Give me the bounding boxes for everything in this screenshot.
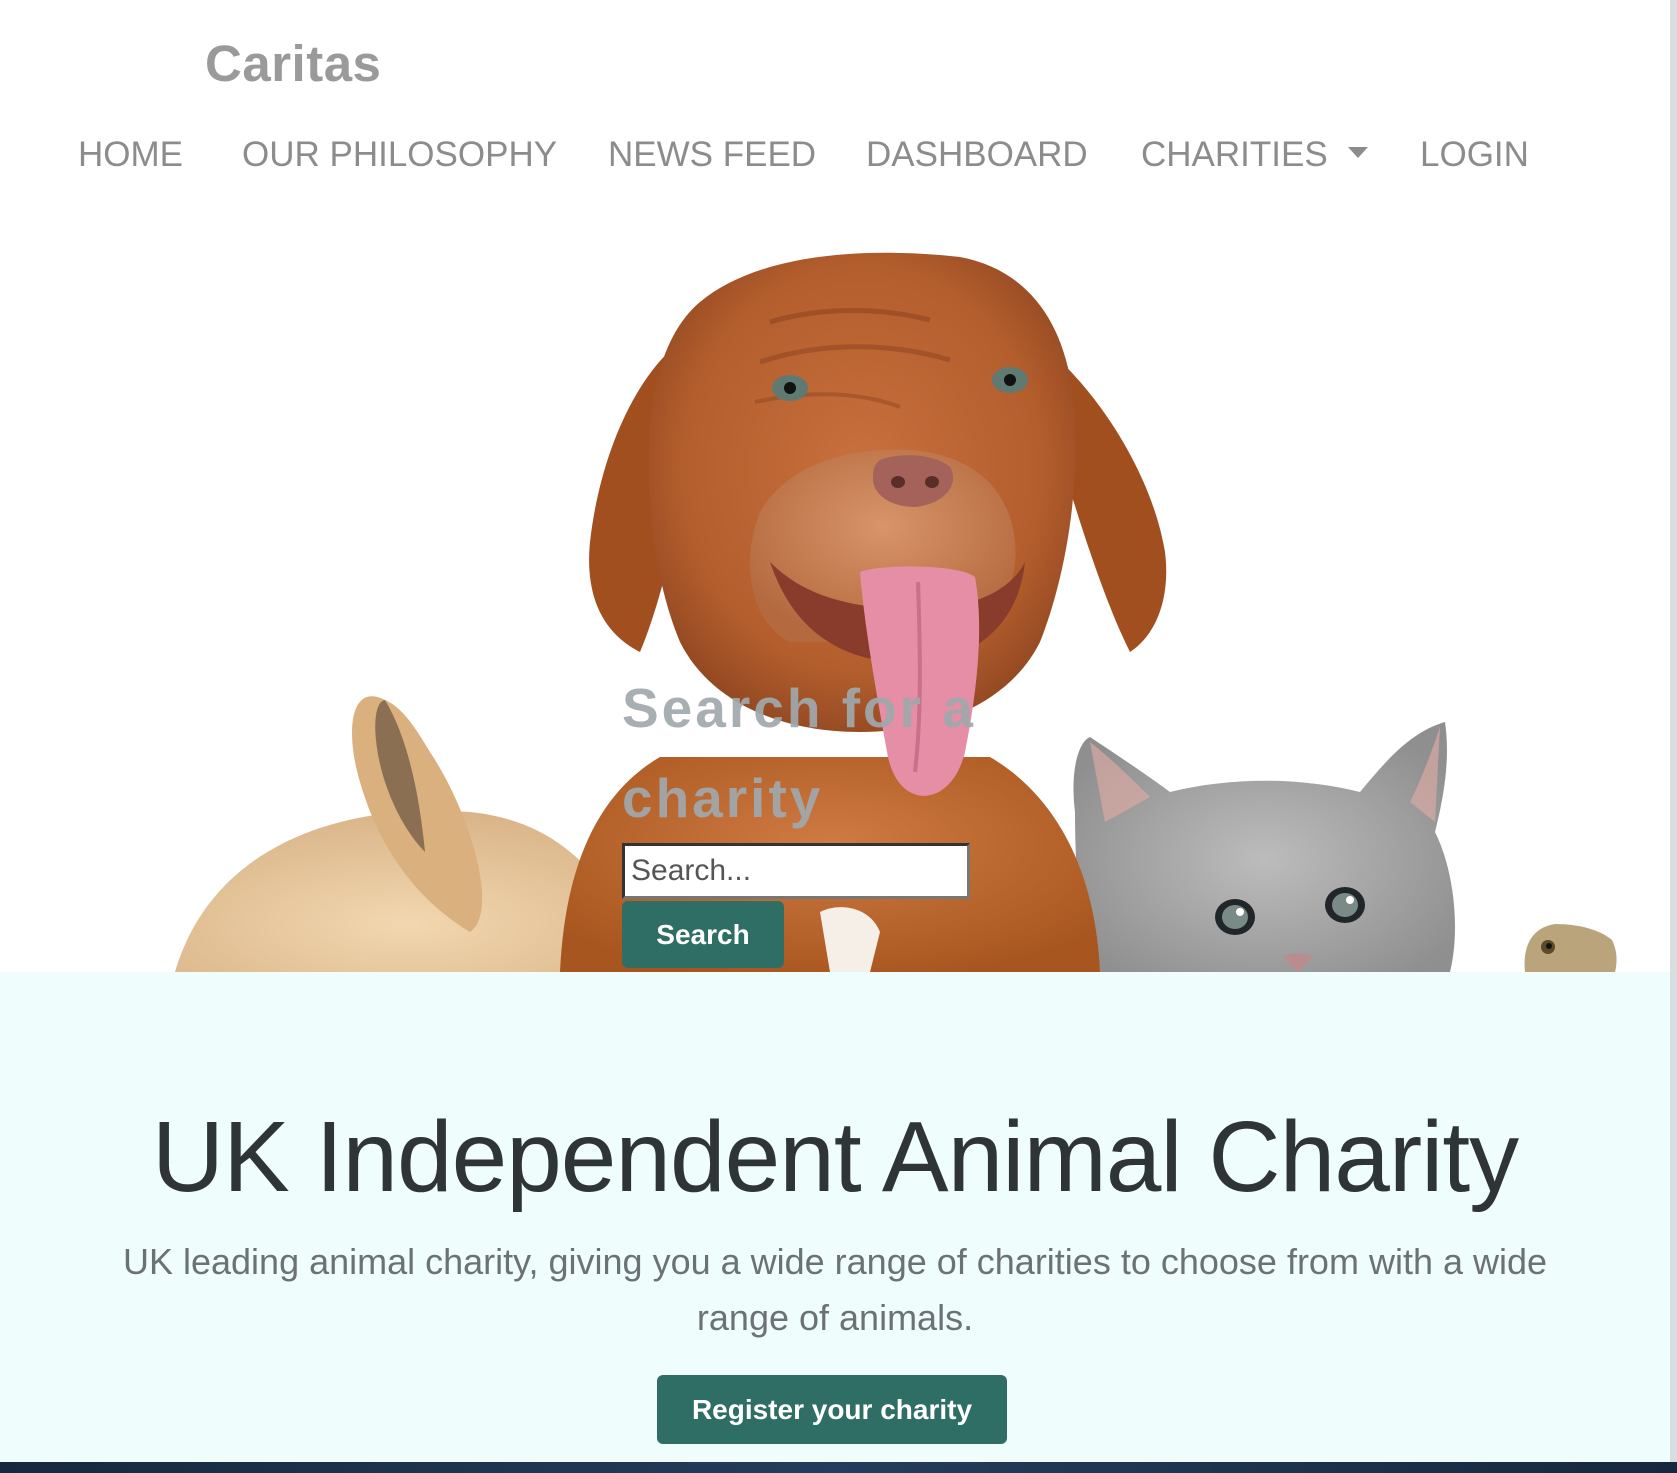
register-charity-button[interactable]: Register your charity [657, 1375, 1007, 1444]
nav-item-charities-dropdown[interactable]: CHARITIES [1141, 135, 1368, 175]
lizard-illustration [1524, 924, 1617, 972]
search-heading: Search for a charity [622, 677, 976, 829]
nav-item-login[interactable]: LOGIN [1420, 135, 1529, 175]
kitten-illustration [1073, 722, 1455, 972]
window-edge [1670, 0, 1677, 1473]
nav-item-our-philosophy[interactable]: OUR PHILOSOPHY [242, 135, 557, 175]
bottom-strip [0, 1462, 1677, 1473]
intro-description: UK leading animal charity, giving you a … [122, 1241, 1548, 1338]
nav-item-dashboard[interactable]: DASHBOARD [866, 135, 1088, 175]
main-nav: HOME OUR PHILOSOPHY NEWS FEED DASHBOARD … [0, 135, 1670, 179]
nav-item-home[interactable]: HOME [78, 135, 183, 175]
page: Caritas HOME OUR PHILOSOPHY NEWS FEED DA… [0, 0, 1677, 1473]
brand-logo[interactable]: Caritas [205, 34, 381, 93]
charity-search-input[interactable] [622, 843, 970, 899]
intro-title: UK Independent Animal Charity [151, 1101, 1519, 1213]
nav-item-news-feed[interactable]: NEWS FEED [608, 135, 816, 175]
caret-down-icon [1347, 147, 1368, 159]
nav-item-charities-label: CHARITIES [1141, 135, 1328, 174]
search-button[interactable]: Search [622, 901, 784, 968]
